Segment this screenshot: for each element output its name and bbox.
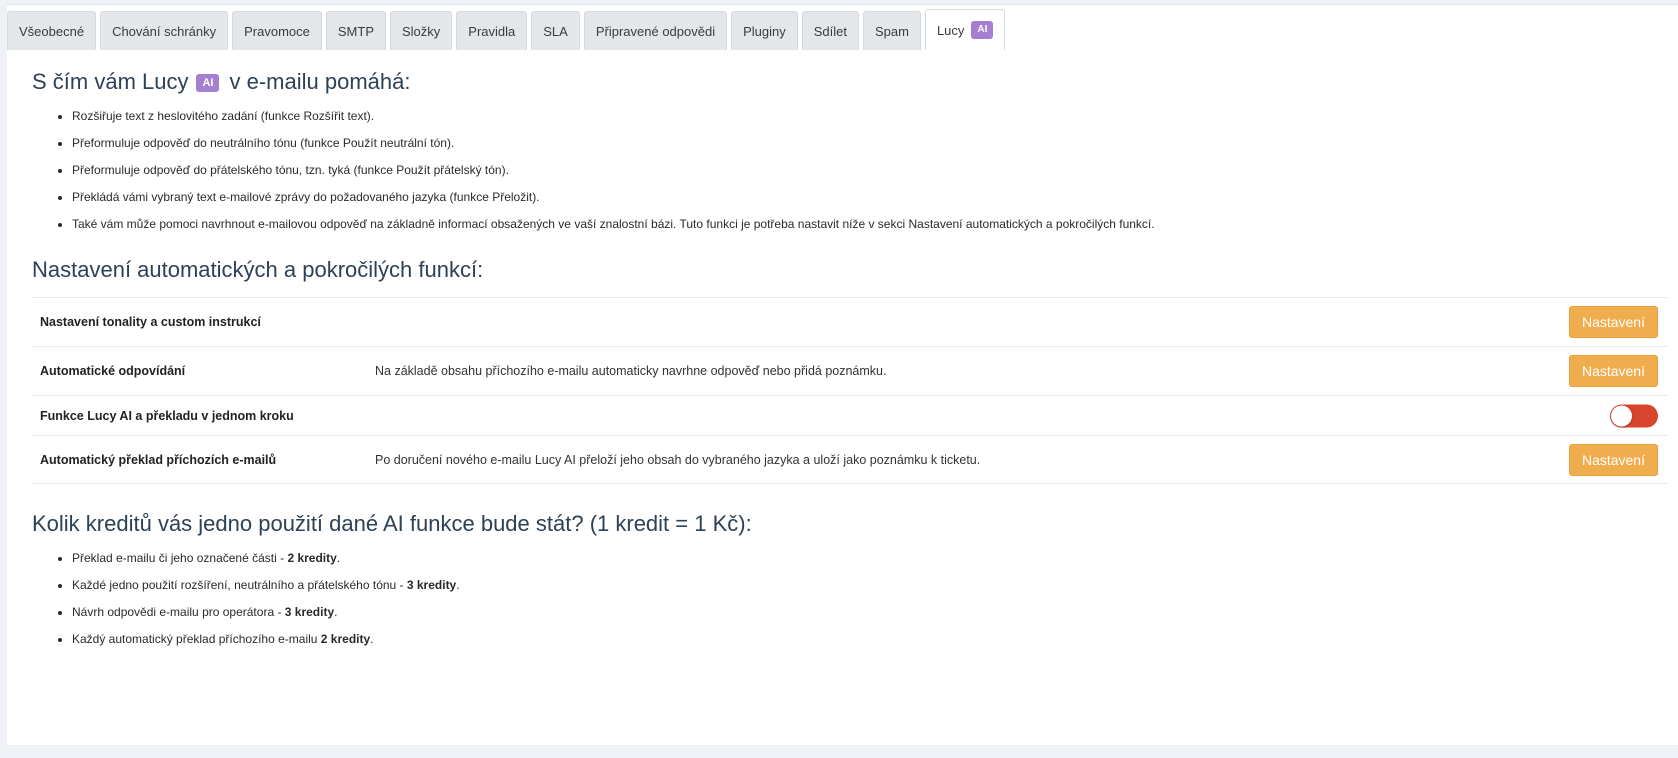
- list-item: Rozšiřuje text z heslovitého zadání (fun…: [72, 108, 1155, 124]
- credit-text: Každý automatický překlad příchozího e-m…: [72, 632, 321, 646]
- setting-description: Po doručení nového e-mailu Lucy AI přelo…: [375, 452, 981, 467]
- tab-pluginy[interactable]: Pluginy: [731, 11, 798, 50]
- tab-label: Chování schránky: [112, 23, 217, 39]
- settings-row-auto-reply: Automatické odpovídání Na základě obsahu…: [32, 347, 1668, 396]
- tab-smtp[interactable]: SMTP: [325, 11, 386, 50]
- tab-pravomoce[interactable]: Pravomoce: [232, 11, 322, 50]
- tab-sdilet[interactable]: Sdílet: [801, 11, 859, 50]
- settings-row-tonality: Nastavení tonality a custom instrukcí Na…: [32, 298, 1668, 347]
- setting-name: Nastavení tonality a custom instrukcí: [40, 315, 261, 329]
- tab-label: Všeobecné: [19, 23, 85, 39]
- list-item: Překládá vámi vybraný text e-mailové zpr…: [72, 189, 1155, 205]
- lucy-translate-toggle[interactable]: [1610, 404, 1658, 427]
- list-item: Každé jedno použití rozšíření, neutrální…: [72, 577, 460, 593]
- list-item: Překlad e-mailu či jeho označené části -…: [72, 550, 460, 566]
- credits-list: Překlad e-mailu či jeho označené části -…: [32, 550, 460, 658]
- setting-name: Automatické odpovídání: [40, 364, 186, 378]
- tab-vseobecne[interactable]: Všeobecné: [7, 11, 97, 50]
- list-item: Přeformuluje odpověď do přátelského tónu…: [72, 162, 1155, 178]
- credit-end: .: [456, 578, 460, 592]
- ai-badge: AI: [971, 21, 994, 39]
- settings-row-auto-translate: Automatický překlad příchozích e-mailů P…: [32, 436, 1668, 484]
- tab-label: Sdílet: [813, 23, 847, 39]
- tab-label: Pluginy: [743, 23, 786, 39]
- tab-chovani-schranky[interactable]: Chování schránky: [100, 11, 229, 50]
- list-item: Návrh odpovědi e-mailu pro operátora - 3…: [72, 604, 460, 620]
- credit-end: .: [334, 605, 338, 619]
- tab-lucy-ai[interactable]: Lucy AI: [924, 9, 1006, 50]
- help-heading-text: S čím vám Lucy: [32, 69, 189, 94]
- list-item: Také vám může pomoci navrhnout e-mailovo…: [72, 216, 1155, 232]
- credit-amount: 3 kredity: [406, 578, 457, 592]
- tab-pravidla[interactable]: Pravidla: [456, 11, 528, 50]
- tab-label: SLA: [543, 23, 568, 39]
- tab-bar: Všeobecné Chování schránky Pravomoce SMT…: [7, 9, 1009, 50]
- setting-description: Na základě obsahu příchozího e-mailu aut…: [375, 364, 887, 378]
- help-heading: S čím vám Lucy AI v e-mailu pomáhá:: [32, 69, 410, 95]
- list-item: Každý automatický překlad příchozího e-m…: [72, 631, 460, 647]
- tab-spam[interactable]: Spam: [862, 11, 921, 50]
- credit-amount: 3 kredity: [284, 605, 335, 619]
- tab-label: Lucy: [936, 22, 965, 38]
- ai-badge: AI: [196, 74, 220, 92]
- credit-text: Překlad e-mailu či jeho označené části -: [72, 551, 288, 565]
- list-item: Přeformuluje odpověď do neutrálního tónu…: [72, 135, 1155, 151]
- auto-reply-settings-button[interactable]: Nastavení: [1568, 355, 1658, 387]
- tonality-settings-button[interactable]: Nastavení: [1568, 306, 1658, 338]
- tab-pripravene-odpovedi[interactable]: Připravené odpovědi: [583, 11, 728, 50]
- settings-panel: Všeobecné Chování schránky Pravomoce SMT…: [7, 4, 1678, 758]
- help-list: Rozšiřuje text z heslovitého zadání (fun…: [32, 108, 1155, 243]
- credit-amount: 2 kredity: [287, 551, 337, 565]
- settings-table: Nastavení tonality a custom instrukcí Na…: [32, 297, 1668, 484]
- auto-translate-settings-button[interactable]: Nastavení: [1568, 443, 1658, 476]
- tab-label: SMTP: [337, 23, 374, 39]
- tab-label: Složky: [402, 23, 441, 39]
- settings-heading: Nastavení automatických a pokročilých fu…: [32, 257, 484, 282]
- tab-label: Pravomoce: [244, 23, 310, 39]
- panel-footer: [7, 745, 1678, 758]
- help-heading-text-end: v e-mailu pomáhá:: [229, 69, 411, 94]
- credit-text: Každé jedno použití rozšíření, neutrální…: [72, 578, 407, 592]
- credit-amount: 2 kredity: [320, 632, 371, 646]
- tab-sla[interactable]: SLA: [531, 11, 580, 50]
- credit-end: .: [336, 551, 341, 565]
- tab-slozky[interactable]: Složky: [390, 11, 453, 50]
- tab-label: Spam: [874, 23, 909, 39]
- setting-name: Automatický překlad příchozích e-mailů: [40, 452, 277, 467]
- credits-heading: Kolik kreditů vás jedno použití dané AI …: [32, 511, 752, 536]
- toggle-knob: [1611, 405, 1632, 426]
- credit-text: Návrh odpovědi e-mailu pro operátora -: [72, 605, 285, 619]
- credit-end: .: [370, 632, 374, 646]
- tab-label: Pravidla: [468, 23, 516, 39]
- setting-name: Funkce Lucy AI a překladu v jednom kroku: [40, 408, 294, 423]
- tab-label: Připravené odpovědi: [595, 23, 716, 39]
- settings-row-lucy-translate: Funkce Lucy AI a překladu v jednom kroku: [32, 396, 1668, 436]
